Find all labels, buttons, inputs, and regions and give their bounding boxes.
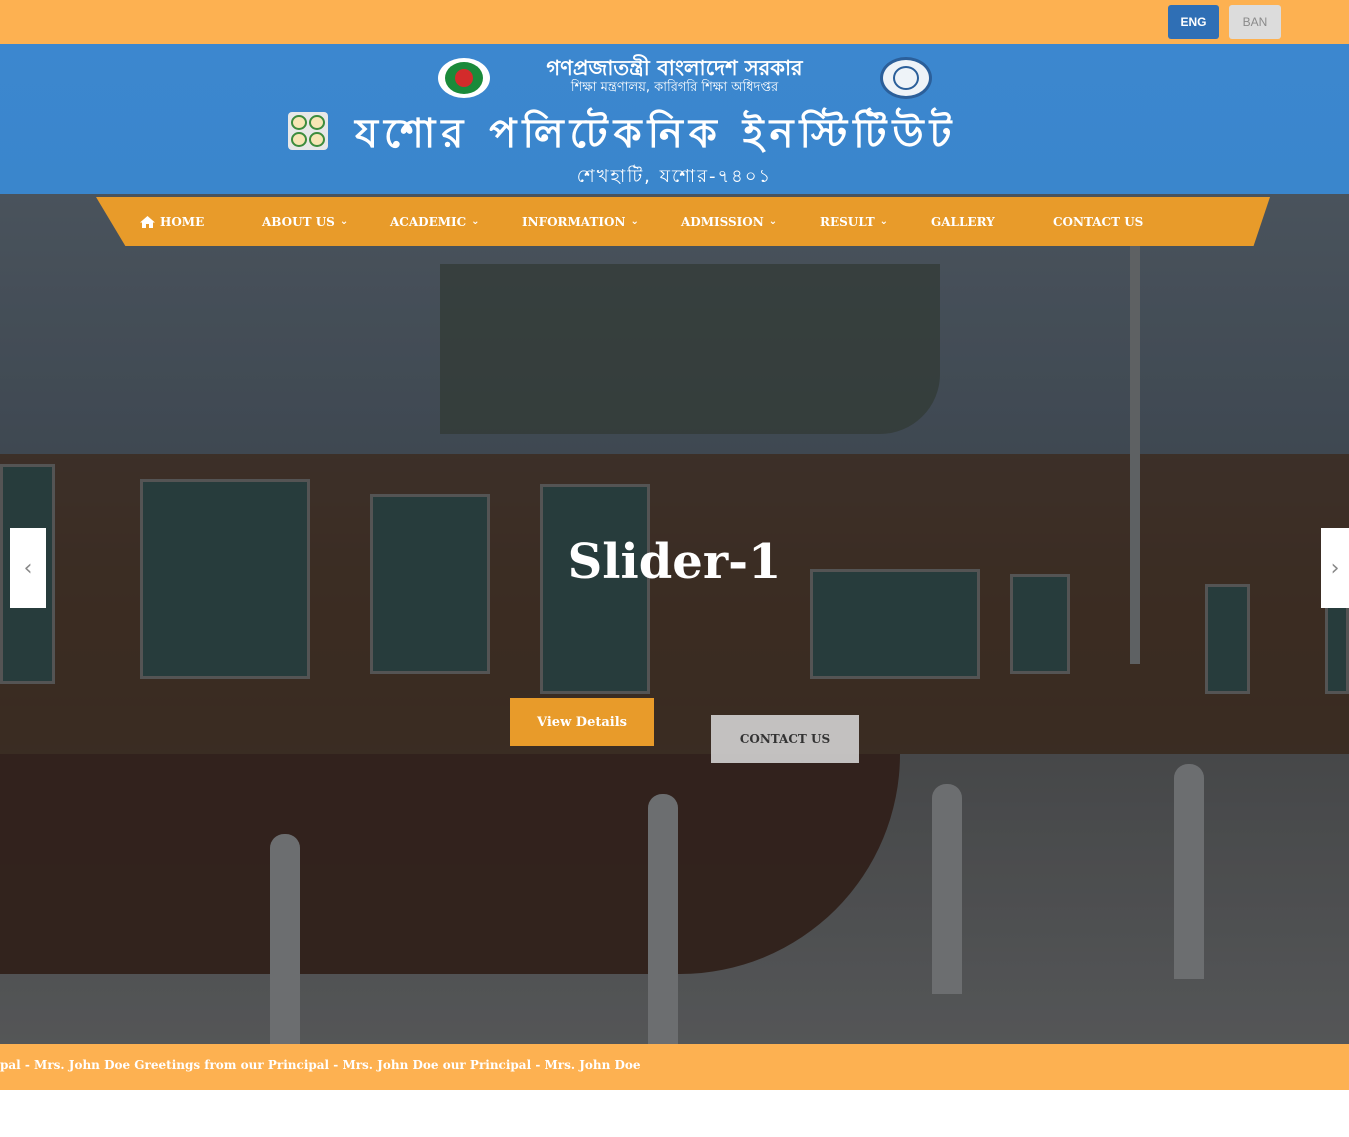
nav-item-label: RESULT bbox=[820, 214, 875, 229]
nav-item-label: GALLERY bbox=[931, 214, 995, 229]
nav-item-gallery[interactable]: GALLERY bbox=[931, 197, 995, 246]
nav-item-information[interactable]: INFORMATION ⌄ bbox=[522, 197, 639, 246]
slider-next-button[interactable]: › bbox=[1321, 528, 1349, 608]
chevron-left-icon: ‹ bbox=[23, 555, 33, 581]
chevron-right-icon: › bbox=[1330, 555, 1340, 581]
nav-item-contact-us[interactable]: CONTACT US bbox=[1053, 197, 1143, 246]
institute-name[interactable]: যশোর পলিটেকনিক ইনস্টিটিউট bbox=[355, 102, 957, 169]
top-bar: ENG BAN bbox=[0, 0, 1349, 44]
nav-item-result[interactable]: RESULT ⌄ bbox=[820, 197, 888, 246]
site-header: গণপ্রজাতন্ত্রী বাংলাদেশ সরকার শিক্ষা মন্… bbox=[0, 44, 1349, 194]
slide-contact-button[interactable]: CONTACT US bbox=[711, 715, 859, 763]
institute-logo[interactable] bbox=[288, 112, 328, 150]
chevron-down-icon: ⌄ bbox=[630, 216, 639, 227]
nav-item-label: HOME bbox=[160, 214, 205, 229]
chevron-down-icon: ⌄ bbox=[471, 216, 480, 227]
nav-item-label: ADMISSION bbox=[681, 214, 764, 229]
nav-item-label: ACADEMIC bbox=[390, 214, 467, 229]
language-bangla-button[interactable]: BAN bbox=[1229, 5, 1281, 39]
nav-item-academic[interactable]: ACADEMIC ⌄ bbox=[390, 197, 480, 246]
nav-item-label: INFORMATION bbox=[522, 214, 626, 229]
home-icon bbox=[140, 215, 155, 228]
nav-item-label: ABOUT US bbox=[262, 214, 335, 229]
view-details-button[interactable]: View Details bbox=[510, 698, 654, 746]
government-subtitle: শিক্ষা মন্ত্রণালয়, কারিগরি শিক্ষা অধিদপ… bbox=[570, 80, 779, 95]
ticker-text[interactable]: pal - Mrs. John Doe Greetings from our P… bbox=[0, 1058, 641, 1072]
nav-item-admission[interactable]: ADMISSION ⌄ bbox=[681, 197, 777, 246]
institute-address: শেখহাটি, যশোর-৭৪০১ bbox=[576, 166, 773, 187]
news-ticker: pal - Mrs. John Doe Greetings from our P… bbox=[0, 1044, 1349, 1090]
technical-education-logo bbox=[880, 57, 932, 99]
hero-slider: Slider-1 View Details CONTACT US ‹ › bbox=[0, 194, 1349, 1044]
chevron-down-icon: ⌄ bbox=[339, 216, 349, 227]
nav-item-home[interactable]: HOME bbox=[140, 197, 204, 246]
chevron-down-icon: ⌄ bbox=[768, 216, 778, 227]
chevron-down-icon: ⌄ bbox=[879, 216, 889, 227]
language-english-button[interactable]: ENG bbox=[1168, 5, 1219, 39]
slider-prev-button[interactable]: ‹ bbox=[10, 528, 46, 608]
nav-item-about-us[interactable]: ABOUT US ⌄ bbox=[262, 197, 348, 246]
nav-item-label: CONTACT US bbox=[1053, 214, 1144, 229]
slide-title: Slider-1 bbox=[567, 534, 782, 590]
slide-dark-overlay bbox=[0, 194, 1349, 1044]
